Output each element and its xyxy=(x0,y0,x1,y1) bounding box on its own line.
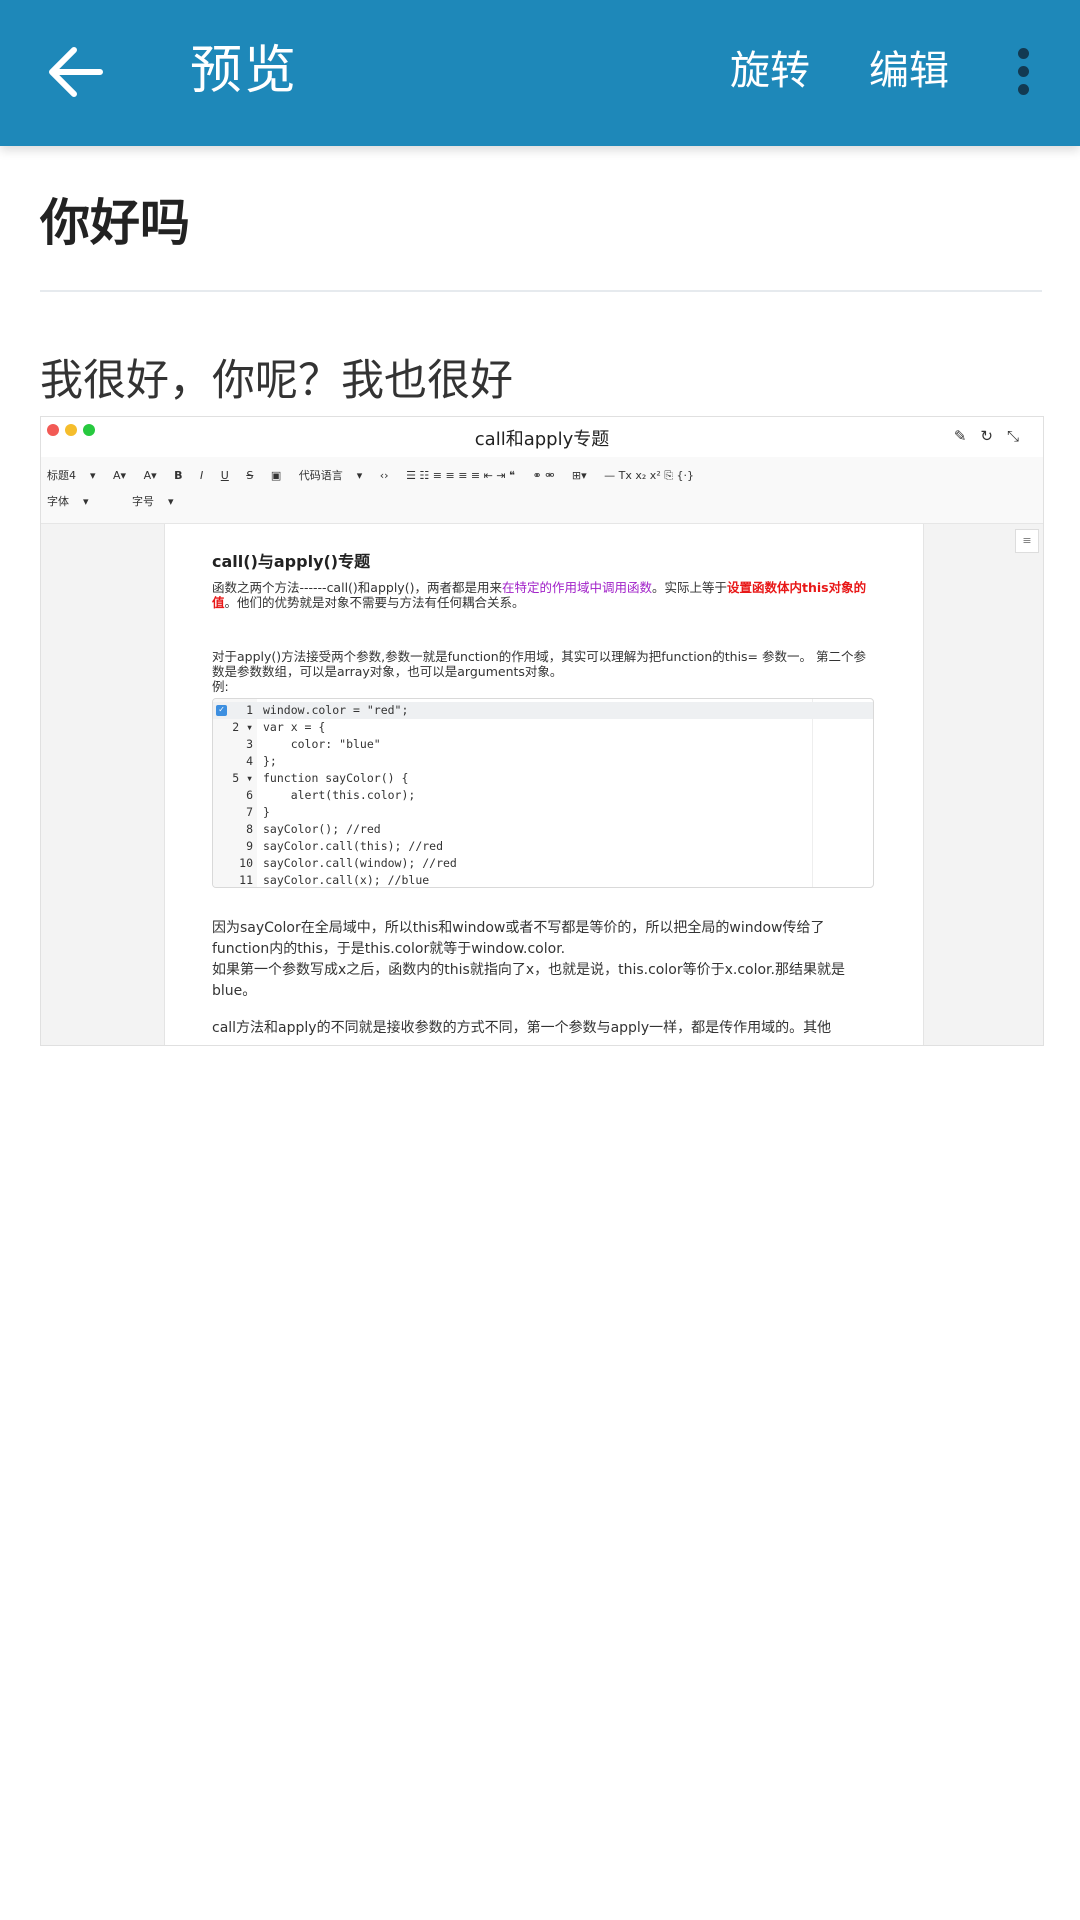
toolbar-row-2: 字体 ▾ 字号 ▾ xyxy=(47,493,188,509)
app-bar: 预览 旋转 编辑 xyxy=(0,0,1080,146)
heading-select: 标题4 xyxy=(47,469,76,482)
underline-icon: U xyxy=(220,469,229,482)
code-line: ✓ 1 window.color = "red"; xyxy=(213,702,873,719)
paragraph-4: call方法和apply的不同就是接收参数的方式不同，第一个参数与apply一样… xyxy=(212,1020,832,1036)
paragraph-3-text-b: 如果第一个参数写成x之后，函数内的this就指向了x，也就是说，this.col… xyxy=(212,962,845,999)
misc-icons: — Tx x₂ x² ⎘ {·} xyxy=(604,469,695,482)
paragraph-1-purple: 在特定的作用域中调用函数 xyxy=(501,580,652,595)
code-text: sayColor(); //red xyxy=(263,822,381,836)
highlight-icon: A▾ xyxy=(143,469,157,482)
font-color-icon: A▾ xyxy=(113,469,127,482)
code-text: window.color = "red"; xyxy=(263,703,409,717)
document-body-text: 我很好，你呢？我也很好 xyxy=(40,356,513,406)
strikethrough-icon: S xyxy=(246,469,254,482)
font-select: 字体 xyxy=(47,495,69,508)
paragraph-2-text: 对于apply()方法接受两个参数,参数一就是function的作用域，其实可以… xyxy=(212,649,866,679)
editor-toolbar: 标题4 ▾ A▾ A▾ B I U S ▣ 代码语言 ▾ ‹› ☰ ☷ ≡ ≡ ≡ … xyxy=(41,457,1043,524)
code-line: 2 ▾ var x = { xyxy=(213,719,873,736)
line-number: 8 xyxy=(246,822,253,836)
dropdown-arrow-icon: ▾ xyxy=(90,469,96,482)
dropdown-arrow-icon: ▾ xyxy=(83,495,89,508)
line-number: 3 xyxy=(246,737,253,751)
window-title: call和apply专题 xyxy=(474,429,610,450)
paragraph-1-text-c: 。他们的优势就是对象不需要与方法有任何耦合关系。 xyxy=(224,595,525,610)
code-line: 10 sayColor.call(window); //red xyxy=(213,855,873,872)
article-heading: call()与apply()专题 xyxy=(212,552,371,571)
paragraph-2-example: 例: xyxy=(212,679,229,694)
document-title: 你好吗 xyxy=(40,194,190,252)
paragraph-2: 对于apply()方法接受两个参数,参数一就是function的作用域，其实可以… xyxy=(212,649,872,694)
line-number: 9 xyxy=(246,839,253,853)
line-number: 1 xyxy=(246,703,253,717)
dropdown-arrow-icon: ▾ xyxy=(168,495,174,508)
line-number: 7 xyxy=(246,805,253,819)
paragraph-1-text-a: 函数之两个方法------call()和apply()，两者都是用来 xyxy=(212,580,502,595)
line-number: 2 ▾ xyxy=(232,720,253,734)
paragraph-1: 函数之两个方法------call()和apply()，两者都是用来在特定的作用… xyxy=(212,580,872,610)
size-select: 字号 xyxy=(132,495,155,508)
bold-icon: B xyxy=(174,469,183,482)
line-number: 6 xyxy=(246,788,253,802)
embedded-screenshot-image: call和apply专题 ✎↻⤡ 标题4 ▾ A▾ A▾ B I U S ▣ 代码… xyxy=(40,416,1044,1046)
code-line: 6 alert(this.color); xyxy=(213,787,873,804)
line-number: 5 ▾ xyxy=(232,771,253,785)
code-text: alert(this.color); xyxy=(263,788,416,802)
edit-button[interactable]: 编辑 xyxy=(869,46,949,96)
rotate-button[interactable]: 旋转 xyxy=(730,46,810,96)
code-text: var x = { xyxy=(263,720,326,734)
page-title: 预览 xyxy=(190,41,299,101)
more-vertical-icon[interactable] xyxy=(1008,48,1038,96)
code-line: 4}; xyxy=(213,753,873,770)
code-line: 7} xyxy=(213,804,873,821)
window-titlebar: call和apply专题 ✎↻⤡ xyxy=(41,417,1043,457)
code-text: sayColor.call(window); //red xyxy=(263,856,457,870)
link-icons: ⚭ ⚮ xyxy=(532,469,555,482)
code-text: sayColor.call(x); //blue xyxy=(263,873,430,887)
table-icon: ⊞▾ xyxy=(571,469,587,482)
code-text: } xyxy=(263,805,270,819)
toolbar-row-1: 标题4 ▾ A▾ A▾ B I U S ▣ 代码语言 ▾ ‹› ☰ ☷ ≡ ≡ ≡ … xyxy=(47,467,708,483)
divider xyxy=(40,290,1042,292)
code-text: color: "blue" xyxy=(263,737,381,751)
code-line: 11 sayColor.call(x); //blue xyxy=(213,872,873,887)
code-text: }; xyxy=(263,754,277,768)
code-block: ✓ 1 window.color = "red"; 2 ▾ var x = { 3 col… xyxy=(212,698,874,888)
back-arrow-icon[interactable] xyxy=(44,40,108,104)
code-icon: ‹› xyxy=(379,469,389,482)
paragraph-1-text-b: 。实际上等于 xyxy=(651,580,727,595)
line-number: 4 xyxy=(246,754,253,768)
code-line: 9 sayColor.call(this); //red xyxy=(213,838,873,855)
code-language-select: 代码语言 xyxy=(298,469,343,482)
list-icons: ☰ ☷ ≡ ≡ ≡ ≡ ⇤ ⇥ ❝ xyxy=(406,469,515,482)
outline-icon: ≡ xyxy=(1015,529,1039,553)
window-tool-icons: ✎↻⤡ xyxy=(953,427,1033,445)
paragraph-3-text: 因为sayColor在全局域中，所以this和window或者不写都是等价的，所… xyxy=(212,920,825,957)
code-text: function sayColor() { xyxy=(263,771,409,785)
code-text: sayColor.call(this); //red xyxy=(263,839,444,853)
dropdown-arrow-icon: ▾ xyxy=(356,469,363,482)
checkbox-icon: ✓ xyxy=(216,705,227,716)
code-line: 3 color: "blue" xyxy=(213,736,873,753)
line-number: 11 xyxy=(239,873,253,887)
image-icon: ▣ xyxy=(270,469,282,482)
italic-icon: I xyxy=(200,469,204,482)
code-line: 8 sayColor(); //red xyxy=(213,821,873,838)
code-line: 5 ▾ function sayColor() { xyxy=(213,770,873,787)
editor-page: call()与apply()专题 函数之两个方法------call()和app… xyxy=(164,524,924,1045)
line-number: 10 xyxy=(239,856,253,870)
paragraph-3: 因为sayColor在全局域中，所以this和window或者不写都是等价的，所… xyxy=(212,918,872,1002)
